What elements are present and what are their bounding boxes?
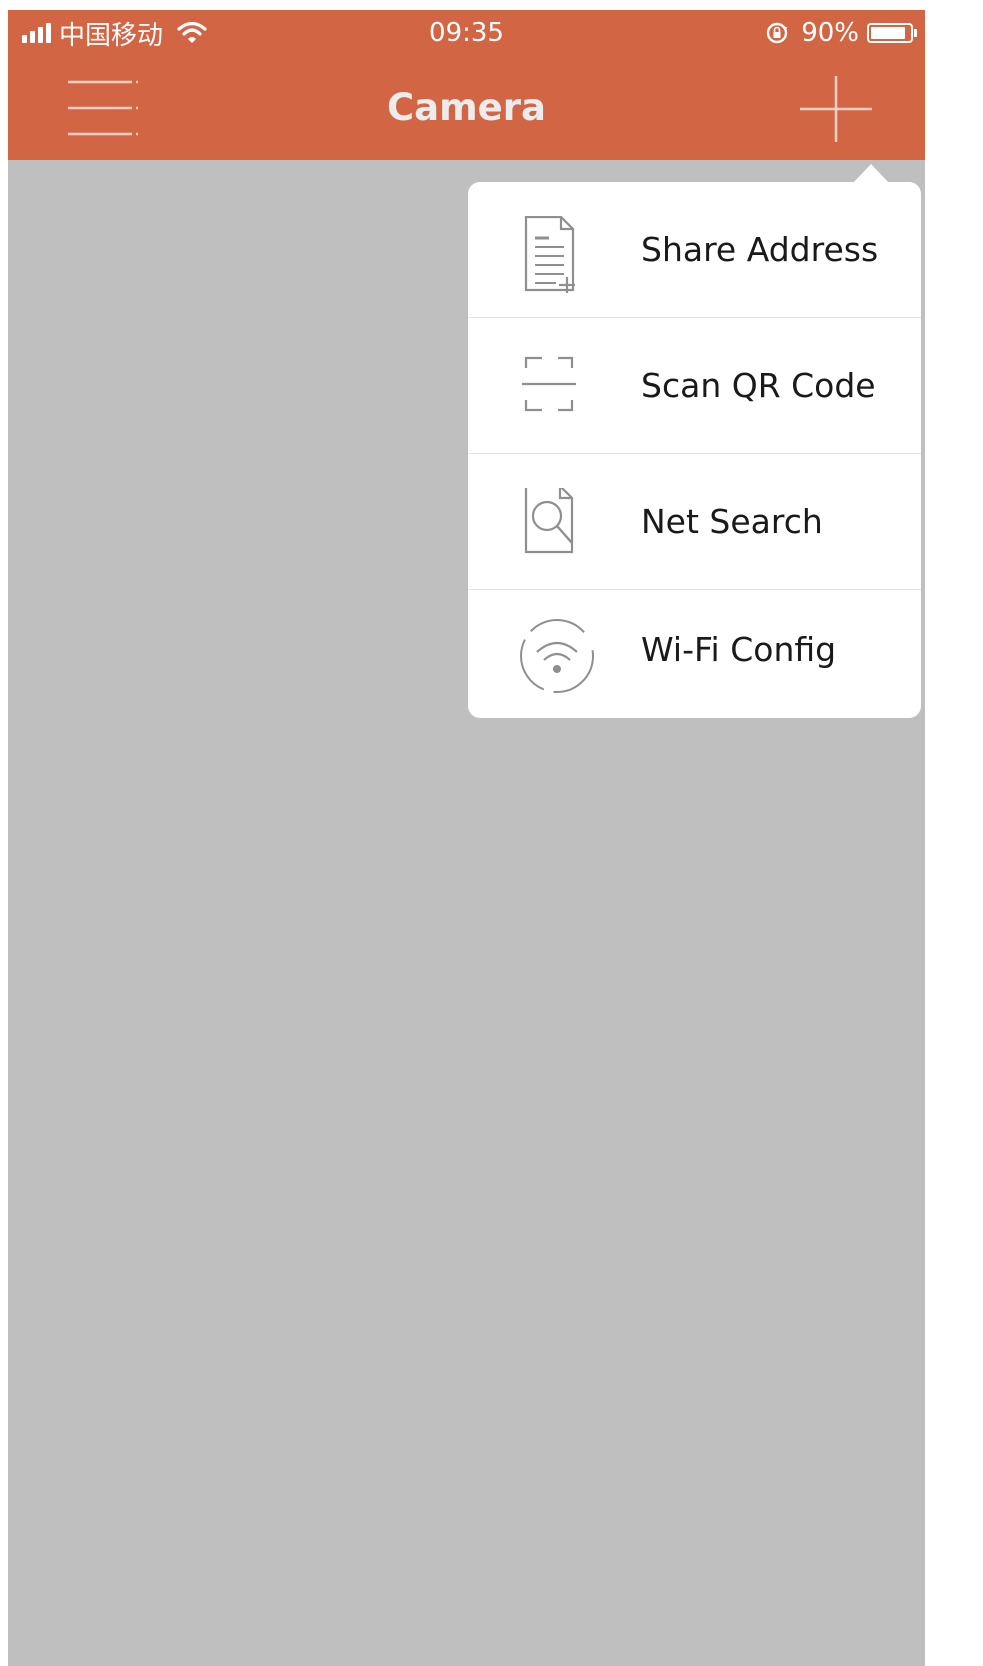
- page-title: Camera: [387, 86, 546, 129]
- wifi-config-icon: [520, 619, 594, 693]
- add-device-popover: Share Address Scan QR Code Net Search Wi…: [468, 182, 921, 718]
- nav-bar: Camera: [8, 56, 925, 160]
- menu-item-wifi-config[interactable]: Wi-Fi Config: [468, 590, 921, 718]
- battery-fill: [871, 27, 906, 39]
- plus-icon: [800, 76, 872, 142]
- menu-item-label: Net Search: [641, 502, 823, 541]
- qr-scan-icon: [522, 356, 576, 412]
- status-bar-right: 90%: [765, 18, 917, 48]
- share-address-icon: [524, 216, 575, 293]
- battery-tip: [914, 29, 917, 37]
- menu-item-net-search[interactable]: Net Search: [468, 454, 921, 590]
- menu-item-label: Share Address: [641, 230, 879, 269]
- add-button[interactable]: [798, 74, 874, 144]
- menu-item-label: Wi-Fi Config: [641, 630, 837, 669]
- net-search-icon: [524, 488, 574, 554]
- status-bar: 中国移动 09:35 90%: [8, 10, 925, 56]
- menu-item-label: Scan QR Code: [641, 366, 876, 405]
- phone-screen: 中国移动 09:35 90% Camera Share Address Scan…: [8, 10, 925, 1666]
- menu-item-share-address[interactable]: Share Address: [468, 182, 921, 318]
- rotation-lock-icon: [767, 22, 788, 44]
- popover-arrow: [853, 164, 889, 183]
- battery-percentage: 90%: [801, 18, 859, 48]
- menu-item-scan-qr-code[interactable]: Scan QR Code: [468, 318, 921, 454]
- battery-icon: [867, 23, 913, 43]
